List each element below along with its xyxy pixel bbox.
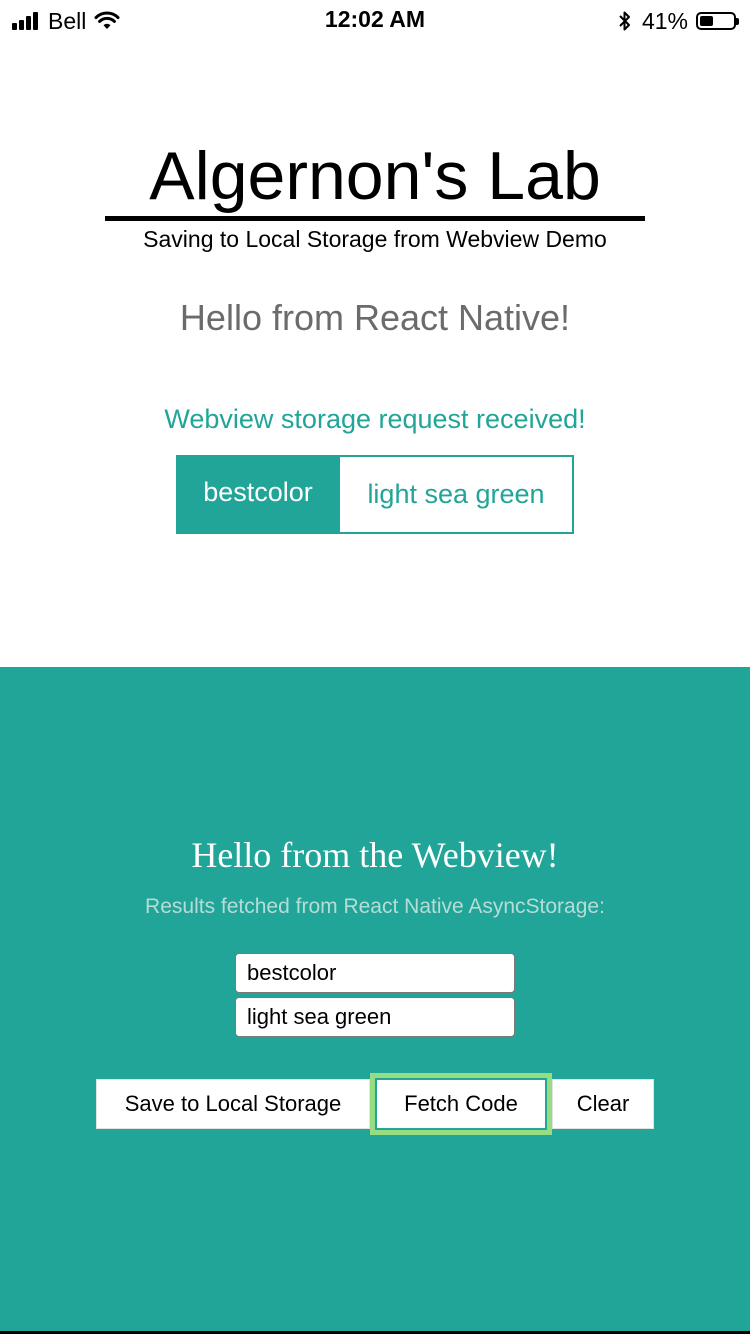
native-greeting: Hello from React Native!	[179, 297, 571, 338]
value-input[interactable]	[235, 997, 515, 1037]
stored-key: bestcolor	[176, 455, 340, 534]
title-underline	[105, 216, 645, 221]
save-to-local-storage-button[interactable]: Save to Local Storage	[96, 1079, 370, 1129]
fetch-code-button[interactable]: Fetch Code	[370, 1073, 552, 1135]
key-input[interactable]	[235, 953, 515, 993]
stored-pair: bestcolor light sea green	[176, 455, 574, 534]
app-screen: Bell 12:02 AM 41% Algernon's Lab Saving …	[0, 0, 750, 1334]
battery-level-fill	[700, 16, 713, 26]
battery-nub	[736, 18, 739, 25]
battery-icon	[696, 12, 739, 30]
storage-request-status: Webview storage request received!	[164, 404, 586, 434]
webview-panel: Hello from the Webview! Results fetched …	[0, 667, 750, 1334]
app-subtitle: Saving to Local Storage from Webview Dem…	[143, 226, 607, 252]
bluetooth-icon	[619, 11, 630, 31]
stored-value: light sea green	[340, 455, 574, 534]
webview-greeting: Hello from the Webview!	[191, 835, 559, 875]
clear-button[interactable]: Clear	[552, 1079, 654, 1129]
battery-percent: 41%	[641, 7, 688, 34]
status-right: 41%	[618, 6, 739, 36]
fetch-code-label: Fetch Code	[377, 1080, 545, 1128]
results-label: Results fetched from React Native AsyncS…	[145, 895, 605, 918]
app-title: Algernon's Lab	[149, 138, 601, 214]
status-bar: Bell 12:02 AM 41%	[0, 0, 750, 40]
